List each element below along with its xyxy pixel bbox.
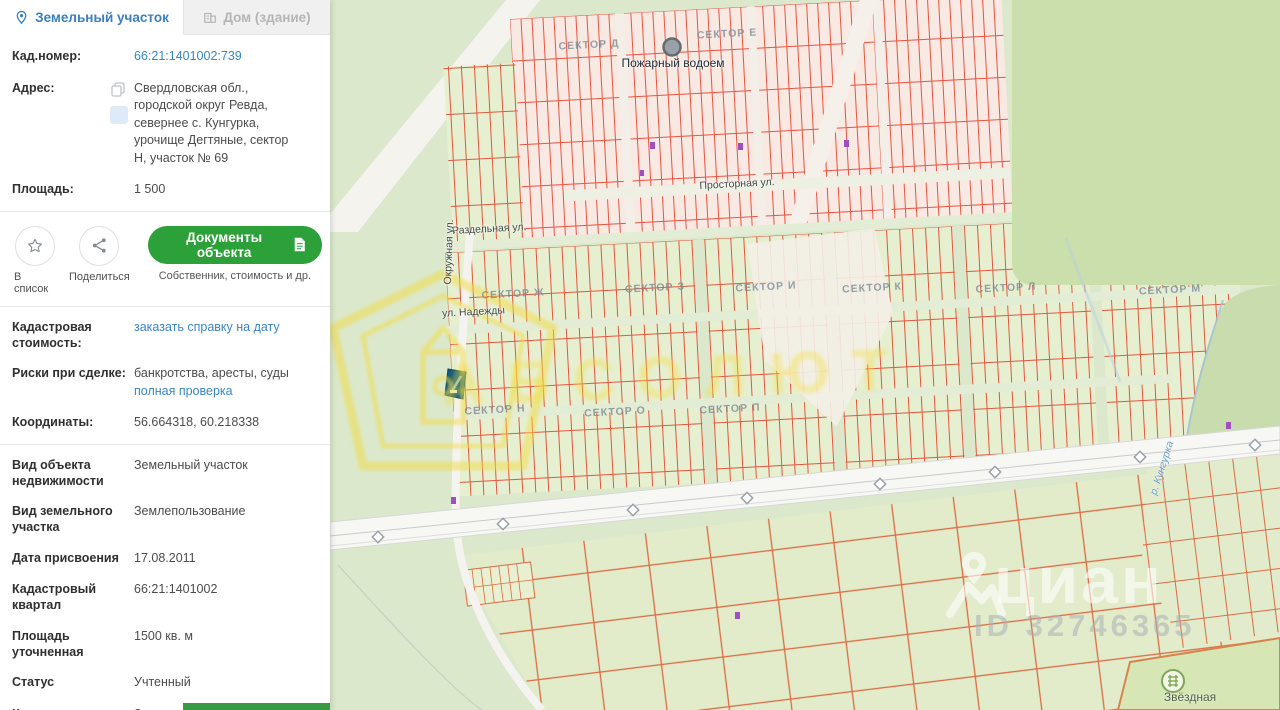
field-cadastral-number: Кад.номер: 66:21:1401002:739 bbox=[12, 49, 242, 63]
field-deal-risks: Риски при сделке: банкротства, аресты, с… bbox=[12, 366, 289, 398]
field-address: Адрес: Свердловская обл., городской окру… bbox=[0, 73, 330, 175]
field-status: Статус Учтенный bbox=[12, 675, 191, 689]
copy-highlight bbox=[110, 105, 128, 124]
tab-label: Дом (здание) bbox=[223, 9, 311, 25]
add-to-list-button[interactable]: В список bbox=[14, 225, 55, 295]
share-icon bbox=[92, 238, 106, 253]
map-graphics bbox=[330, 0, 1280, 710]
field-refined-area: Площадь уточненная 1500 кв. м bbox=[12, 628, 193, 659]
document-icon bbox=[294, 237, 305, 252]
field-cadastral-block: Кадастровый квартал 66:21:1401002 bbox=[12, 582, 218, 613]
star-icon bbox=[27, 238, 42, 252]
building-icon bbox=[204, 12, 217, 23]
object-documents-button[interactable]: Документы объекта bbox=[147, 225, 322, 264]
field-coordinates: Координаты: 56.664318, 60.218338 bbox=[12, 415, 260, 429]
zvezdnaya-icon bbox=[1161, 669, 1185, 693]
map-canvas[interactable]: АБСОЛЮТ циан ID 32746365 СЕКТОР Д СЕКТОР… bbox=[330, 0, 1280, 710]
order-statement-link[interactable]: заказать справку на дату bbox=[134, 320, 280, 334]
object-info-panel: Земельный участок Дом (здание) Кад.номер… bbox=[0, 0, 330, 710]
object-type-tabs: Земельный участок Дом (здание) bbox=[0, 0, 330, 35]
field-object-kind: Вид объекта недвижимости Земельный участ… bbox=[12, 457, 248, 488]
share-button[interactable]: Поделиться bbox=[69, 225, 130, 283]
selected-parcel[interactable] bbox=[444, 368, 467, 400]
divider bbox=[0, 443, 330, 445]
cadastral-map-app: АБСОЛЮТ циан ID 32746365 СЕКТОР Д СЕКТОР… bbox=[0, 0, 1280, 710]
field-parcel-kind: Вид земельного участка Землепользование bbox=[12, 504, 246, 535]
cropped-green-element bbox=[183, 703, 330, 710]
address-value: Свердловская обл., городской округ Ревда… bbox=[134, 80, 289, 165]
tab-land-parcel[interactable]: Земельный участок bbox=[0, 0, 184, 35]
location-pin-icon bbox=[16, 10, 27, 24]
cadastral-number-link[interactable]: 66:21:1401002:739 bbox=[134, 49, 242, 63]
divider bbox=[0, 210, 330, 212]
full-check-link[interactable]: полная проверка bbox=[134, 384, 233, 398]
copy-icon[interactable] bbox=[110, 81, 126, 97]
divider bbox=[0, 305, 330, 307]
tab-label: Земельный участок bbox=[35, 9, 169, 25]
field-area: Площадь: 1 500 bbox=[12, 182, 166, 196]
field-assignment-date: Дата присвоения 17.08.2011 bbox=[12, 550, 196, 565]
actions-bar: В список Поделиться Документы объекта Со… bbox=[0, 217, 330, 301]
tab-building[interactable]: Дом (здание) bbox=[184, 0, 330, 34]
field-cadastral-value: Кадастровая стоимость: заказать справку … bbox=[12, 319, 280, 350]
